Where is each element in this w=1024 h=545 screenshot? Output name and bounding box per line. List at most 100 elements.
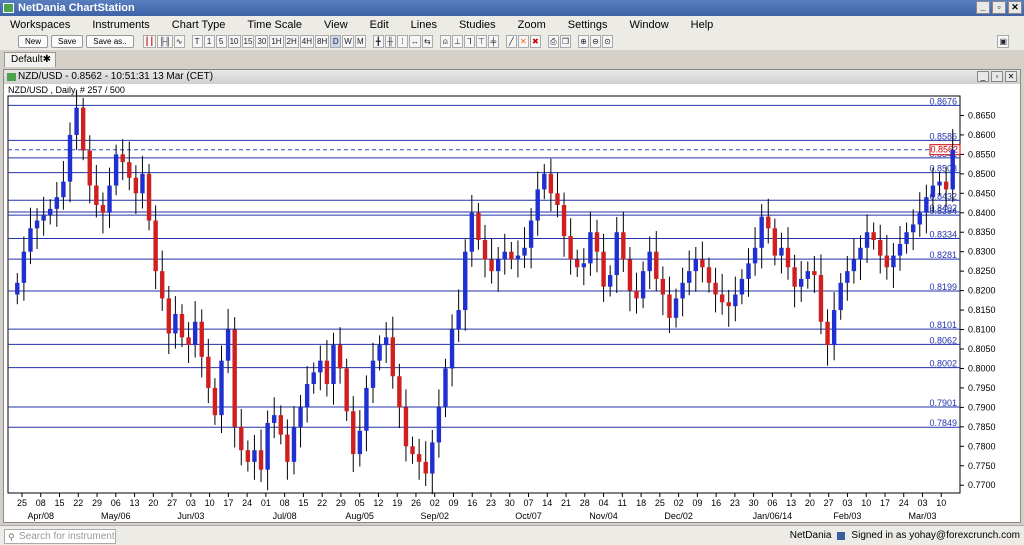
bell-icon[interactable]: ⍝ <box>439 35 451 48</box>
save-as-button[interactable]: Save as.. <box>86 35 134 48</box>
period-30[interactable]: 30 <box>255 35 269 48</box>
period-d[interactable]: D <box>330 35 342 48</box>
candle-body <box>798 278 804 287</box>
period-t[interactable]: T <box>191 35 203 48</box>
print-icon[interactable]: ⎙ <box>547 35 559 48</box>
x-tick-label: 12 <box>373 498 383 508</box>
line-value-label: 0.8062 <box>929 335 957 345</box>
period-15[interactable]: 15 <box>241 35 255 48</box>
month-label: Dec/02 <box>664 511 693 521</box>
maximize-button[interactable]: ▫ <box>992 1 1006 14</box>
x-tick-label: 26 <box>411 498 421 508</box>
x-tick-label: 27 <box>167 498 177 508</box>
period-1h[interactable]: 1H <box>269 35 284 48</box>
tab-bar: Default ✱ <box>0 51 1024 67</box>
tab-label: Default <box>11 54 43 65</box>
period-m[interactable]: M <box>354 35 366 48</box>
x-tick-label: 09 <box>692 498 702 508</box>
x-tick-label: 29 <box>336 498 346 508</box>
candle-body <box>383 337 389 346</box>
x-tick-label: 08 <box>36 498 46 508</box>
menu-settings[interactable]: Settings <box>568 19 608 31</box>
x-tick-label: 10 <box>861 498 871 508</box>
delete-icon[interactable]: ✕ <box>517 35 529 48</box>
x-tick-label: 24 <box>242 498 252 508</box>
crosshair-icon[interactable]: ╋ <box>372 35 384 48</box>
period-5[interactable]: 5 <box>215 35 227 48</box>
copy-icon[interactable]: ❐ <box>559 35 571 48</box>
candle-body <box>133 177 139 194</box>
x-tick-label: 27 <box>824 498 834 508</box>
bar-chart-icon[interactable]: ╟╢ <box>157 35 173 48</box>
candle-body <box>654 251 659 279</box>
menu-edit[interactable]: Edit <box>370 19 389 31</box>
menu-studies[interactable]: Studies <box>459 19 496 31</box>
study-icon[interactable]: ⊥ <box>451 35 463 48</box>
candle-body <box>818 275 824 322</box>
x-tick-label: 24 <box>899 498 909 508</box>
x-tick-label: 05 <box>355 498 365 508</box>
candle-body <box>950 149 955 190</box>
line-chart-icon[interactable]: ∿ <box>173 35 185 48</box>
chart-window: NZD/USD - 0.8562 - 10:51:31 13 Mar (CET)… <box>3 69 1021 523</box>
candle-body <box>94 185 99 205</box>
candle-body <box>127 162 132 178</box>
channel-icon[interactable]: ╪ <box>487 35 499 48</box>
candle-chart-icon[interactable]: ┃┃ <box>142 35 157 48</box>
trendline-icon[interactable]: ╱ <box>505 35 517 48</box>
scroll-icon[interactable]: ⁞ <box>396 35 408 48</box>
candle-body <box>324 360 330 385</box>
candle-body <box>831 310 837 346</box>
period-8h[interactable]: 8H <box>315 35 330 48</box>
period-w[interactable]: W <box>342 35 354 48</box>
period-10[interactable]: 10 <box>227 35 241 48</box>
menu-chart-type[interactable]: Chart Type <box>172 19 226 31</box>
x-tick-label: 30 <box>749 498 759 508</box>
fib-icon[interactable]: ⊤ <box>475 35 487 48</box>
menu-workspaces[interactable]: Workspaces <box>10 19 70 31</box>
y-tick-label: 0.8500 <box>968 169 996 179</box>
menu-zoom[interactable]: Zoom <box>518 19 546 31</box>
new-button[interactable]: New <box>18 35 49 48</box>
zoom-out-icon[interactable]: ⊖ <box>589 35 601 48</box>
expand-icon[interactable]: ↔ <box>408 35 421 48</box>
y-tick-label: 0.8300 <box>968 247 996 257</box>
tab-default[interactable]: Default ✱ <box>4 52 56 67</box>
period-4h[interactable]: 4H <box>299 35 315 48</box>
instrument-search-input[interactable]: ⚲ Search for instrument <box>4 529 116 544</box>
panel-toggle-icon[interactable]: ▣ <box>997 35 1009 48</box>
menu-help[interactable]: Help <box>691 19 714 31</box>
candle-body <box>344 368 349 412</box>
menu-instruments[interactable]: Instruments <box>92 19 149 31</box>
draw-icon[interactable]: ⅂ <box>463 35 475 48</box>
x-tick-label: 18 <box>636 498 646 508</box>
candle-body <box>357 430 363 455</box>
price-chart[interactable]: 0.8650 0.8600 0.8550 0.8500 0.8450 0.8400 0.83… <box>4 70 1022 524</box>
candle-body <box>397 376 402 408</box>
tab-close-icon[interactable]: ✱ <box>43 53 51 66</box>
line-value-label: 0.7901 <box>929 398 957 408</box>
candle-body <box>904 232 909 244</box>
grid-icon[interactable]: ╫ <box>384 35 396 48</box>
menu-window[interactable]: Window <box>630 19 669 31</box>
menu-view[interactable]: View <box>324 19 348 31</box>
minimize-button[interactable]: _ <box>976 1 990 14</box>
period-1[interactable]: 1 <box>203 35 215 48</box>
candle-body <box>568 236 573 260</box>
candle-body <box>430 442 435 474</box>
candle-body <box>726 302 731 307</box>
zoom-reset-icon[interactable]: ⊙ <box>601 35 613 48</box>
menu-time-scale[interactable]: Time Scale <box>247 19 302 31</box>
close-button[interactable]: ✕ <box>1008 1 1022 14</box>
period-2h[interactable]: 2H <box>284 35 299 48</box>
save-button[interactable]: Save <box>51 35 84 48</box>
candle-body <box>673 298 679 318</box>
candle-body <box>561 204 567 237</box>
delete-all-icon[interactable]: ✖ <box>529 35 541 48</box>
candle-body <box>792 267 797 287</box>
candle-body <box>113 154 119 186</box>
menu-lines[interactable]: Lines <box>411 19 437 31</box>
zoom-in-icon[interactable]: ⊕ <box>577 35 589 48</box>
candle-body <box>482 240 488 260</box>
compress-icon[interactable]: ⇆ <box>421 35 433 48</box>
